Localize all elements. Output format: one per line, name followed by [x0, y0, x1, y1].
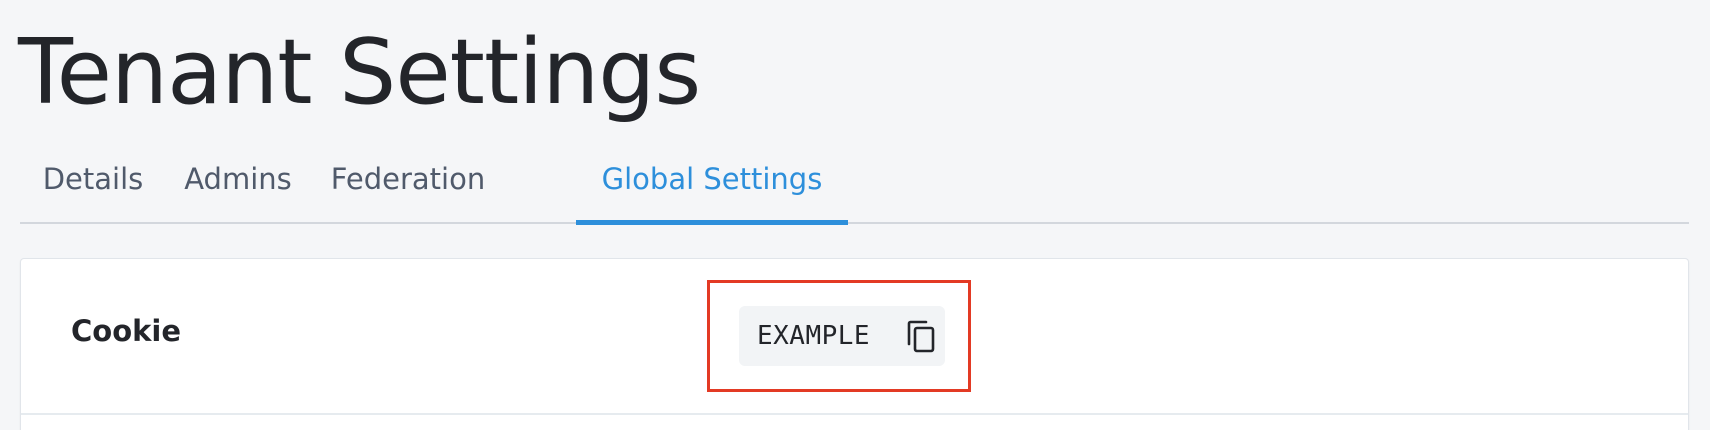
settings-row-cookie: Cookie EXAMPLE: [21, 259, 1688, 415]
tab-admins[interactable]: Admins: [166, 150, 310, 224]
tab-federation[interactable]: Federation: [310, 150, 506, 224]
cookie-value-copy-chip[interactable]: EXAMPLE: [739, 306, 945, 366]
cookie-label: Cookie: [71, 314, 182, 348]
cookie-value: EXAMPLE: [757, 321, 871, 351]
tab-global-settings[interactable]: Global Settings: [576, 150, 848, 225]
tab-details[interactable]: Details: [20, 150, 166, 224]
settings-tabs: Details Admins Federation Global Setting…: [20, 150, 1689, 225]
page-title: Tenant Settings: [18, 20, 701, 125]
settings-card: Cookie EXAMPLE: [20, 258, 1689, 430]
tenant-settings-page: Tenant Settings Details Admins Federatio…: [0, 0, 1710, 430]
copy-icon[interactable]: [905, 320, 937, 354]
